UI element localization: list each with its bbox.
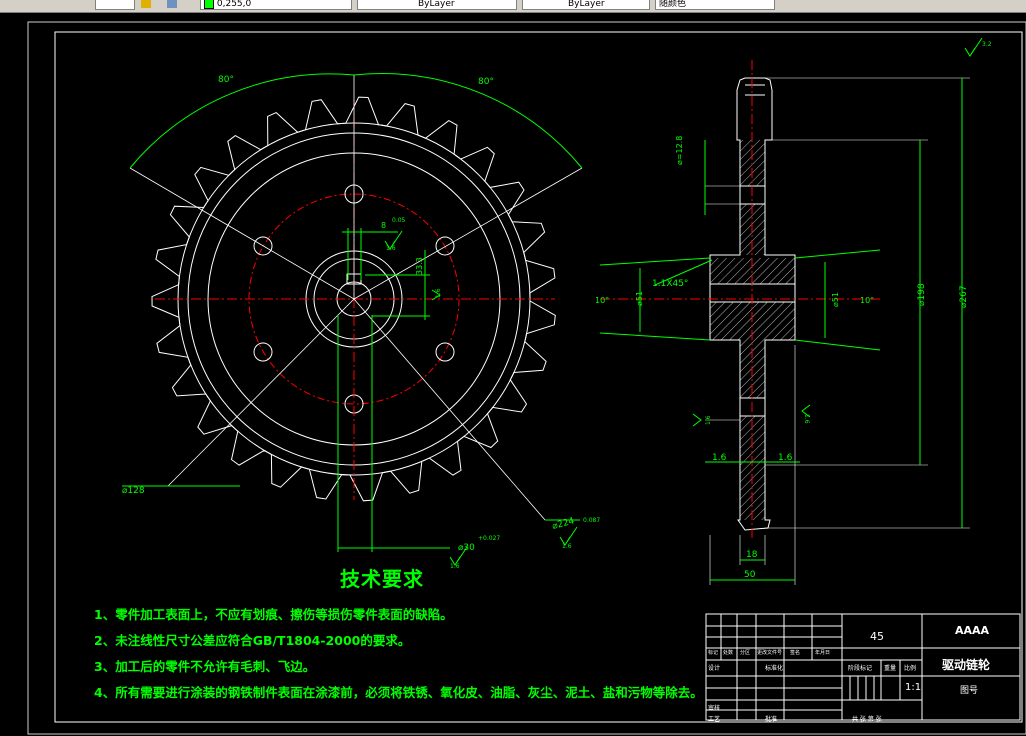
angle-line xyxy=(353,167,583,300)
tech-requirement-item: 4、所有需要进行涂装的钢铁制件表面在涂漆前，必须将铁锈、氧化皮、油脂、灰尘、泥土… xyxy=(94,685,703,700)
angle-label: 10° xyxy=(595,296,609,305)
drawing-canvas[interactable]: 80° 80° ⌀128 ⌀224 0.087 ⌀30 +0.027 8 0.0… xyxy=(0,12,1026,736)
diameter-leader xyxy=(167,298,355,487)
sprocket-front-view xyxy=(122,73,583,552)
approve-label: 批准 xyxy=(765,716,778,723)
angle-label-left: 80° xyxy=(218,75,234,85)
revision-header-count: 处数 xyxy=(723,650,734,656)
tech-requirements-title: 技术要求 xyxy=(340,567,424,591)
material-label: 45 xyxy=(870,630,884,643)
hub-diameter-label: ⌀51 xyxy=(635,291,644,306)
tolerance-label: +0.027 xyxy=(478,535,500,542)
design-label: 设计 xyxy=(708,665,721,672)
revision-header-file: 更改文件号 xyxy=(757,650,783,656)
stage-label: 阶段标记 xyxy=(848,665,873,672)
weight-label: 重量 xyxy=(884,665,897,672)
dim-line xyxy=(599,332,711,341)
tech-requirement-item: 3、加工后的零件不允许有毛刺、飞边。 xyxy=(94,659,316,674)
revision-header-mark: 标记 xyxy=(708,650,719,656)
dim-line xyxy=(794,249,881,259)
roughness-label: 3.2 xyxy=(982,41,992,48)
lineweight-combo[interactable]: ByLayer xyxy=(522,0,650,10)
review-label: 审核 xyxy=(708,705,721,712)
tolerance-label: 0.087 xyxy=(583,517,600,524)
process-label: 工艺 xyxy=(708,716,721,723)
hole-diameter-label: ⌀=12.8 xyxy=(675,136,684,165)
layer-combo[interactable] xyxy=(95,0,135,10)
dim-line xyxy=(599,257,711,266)
diameter-label: ⌀198 xyxy=(917,283,927,306)
roughness-label: 1.6 xyxy=(705,415,712,425)
color-value: 0,255,0 xyxy=(216,0,252,9)
revision-header-zone: 分区 xyxy=(740,650,751,656)
layer-state-icon[interactable] xyxy=(140,0,152,10)
tech-requirement-item: 1、零件加工表面上，不应有划痕、擦伤等损伤零件表面的缺陷。 xyxy=(94,607,453,622)
color-combo[interactable]: 0,255,0 xyxy=(200,0,352,10)
part-name-label: 驱动链轮 xyxy=(942,658,991,672)
drawing-number-label: 图号 xyxy=(960,686,979,696)
sprocket-section-view xyxy=(599,60,970,585)
ratio-label: 比例 xyxy=(904,665,917,672)
hub-length-label: 50 xyxy=(744,570,756,580)
angle-dim-arc-right xyxy=(353,73,583,169)
angle-label-right: 80° xyxy=(478,77,494,87)
sheet-label: 共 张 第 张 xyxy=(852,716,882,723)
plotstyle-value: 随颜色 xyxy=(659,0,687,9)
company-label: AAAA xyxy=(955,624,990,637)
roughness-label: 1.6 xyxy=(712,453,727,463)
angle-label: 10° xyxy=(860,296,874,305)
diameter-label: ⌀224 xyxy=(551,516,576,532)
angle-line xyxy=(129,167,355,300)
color-swatch-icon xyxy=(204,0,214,9)
diameter-label: ⌀128 xyxy=(122,486,145,496)
angle-dim-arc-left xyxy=(129,73,355,169)
lineweight-value: ByLayer xyxy=(568,0,605,9)
roughness-label: 1.6 xyxy=(778,453,793,463)
cad-drawing: 80° 80° ⌀128 ⌀224 0.087 ⌀30 +0.027 8 0.0… xyxy=(27,21,1026,735)
revision-header-date: 年月日 xyxy=(815,650,831,656)
roughness-label: 1.6 xyxy=(803,414,810,424)
plotstyle-combo[interactable]: 随颜色 xyxy=(655,0,775,10)
roughness-label: 1.6 xyxy=(562,543,572,550)
diameter-label: ⌀267 xyxy=(959,285,969,308)
layer-tool-icon[interactable] xyxy=(166,0,178,10)
dim-line xyxy=(794,339,881,351)
standardization-label: 标准化 xyxy=(765,665,784,672)
roughness-symbol xyxy=(692,413,702,427)
linetype-combo[interactable]: ByLayer xyxy=(357,0,517,10)
scale-label: 1:1 xyxy=(905,682,922,693)
roughness-label: 1.6 xyxy=(435,288,442,298)
outer-border xyxy=(27,21,1026,735)
hub-diameter-label: ⌀51 xyxy=(831,292,840,307)
general-roughness-symbol xyxy=(964,37,983,57)
tech-requirement-item: 2、未注线性尺寸公差应符合GB/T1804-2000的要求。 xyxy=(94,633,411,648)
width-label: 18 xyxy=(746,550,758,560)
linetype-value: ByLayer xyxy=(418,0,455,9)
tolerance-label: 0.05 xyxy=(392,217,406,224)
keyway-width-label: 8 xyxy=(381,221,386,230)
revision-header-sign: 签名 xyxy=(790,650,801,656)
chamfer-label: 1.1X45° xyxy=(652,279,688,289)
keyway-depth-label: 33.3 xyxy=(415,257,424,275)
